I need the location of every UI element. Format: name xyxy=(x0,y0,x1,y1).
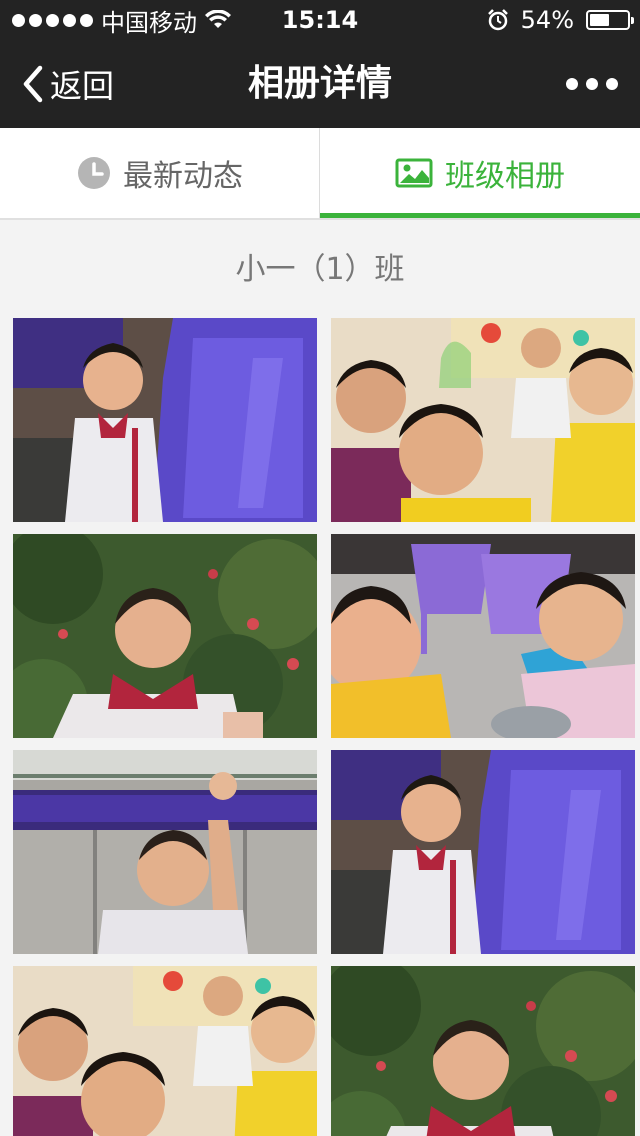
status-right: 54% xyxy=(487,0,634,40)
photo-thumbnail[interactable] xyxy=(331,966,635,1136)
tab-latest-updates-label: 最新动态 xyxy=(123,159,243,194)
tab-class-album[interactable]: 班级相册 xyxy=(320,128,640,218)
children-group-image xyxy=(331,318,635,522)
children-group-image xyxy=(13,966,317,1136)
tab-class-album-label: 班级相册 xyxy=(445,159,565,194)
boy-bushes-image xyxy=(13,534,317,738)
boy-swing-image xyxy=(13,750,317,954)
boy-on-slide-image xyxy=(13,318,317,522)
clock-icon xyxy=(78,157,110,189)
more-dots-icon xyxy=(566,78,578,90)
photo-thumbnail[interactable] xyxy=(13,318,317,522)
photo-thumbnail[interactable] xyxy=(13,750,317,954)
photo-thumbnail[interactable] xyxy=(331,750,635,954)
status-bar: 中国移动 15:14 54% xyxy=(0,0,640,40)
battery-icon xyxy=(586,10,634,30)
boy-bushes-image xyxy=(331,966,635,1136)
album-title: 小一（1）班 xyxy=(235,252,405,287)
photo-thumbnail[interactable] xyxy=(331,318,635,522)
photo-thumbnail[interactable] xyxy=(331,534,635,738)
tab-latest-updates[interactable]: 最新动态 xyxy=(0,128,320,218)
image-icon xyxy=(395,158,433,188)
photo-thumbnail[interactable] xyxy=(13,534,317,738)
photo-thumbnail[interactable] xyxy=(13,966,317,1136)
chevron-left-icon xyxy=(23,65,43,103)
more-options-button[interactable] xyxy=(566,40,618,128)
back-button[interactable]: 返回 xyxy=(20,40,114,128)
tab-bar: 最新动态 班级相册 xyxy=(0,128,640,220)
active-tab-indicator xyxy=(320,213,640,218)
battery-percent: 54% xyxy=(520,6,574,34)
alarm-clock-icon xyxy=(487,9,508,31)
back-label: 返回 xyxy=(50,67,115,105)
children-bowl-image xyxy=(331,534,635,738)
nav-bar: 返回 相册详情 xyxy=(0,40,640,128)
boy-on-slide-image xyxy=(331,750,635,954)
